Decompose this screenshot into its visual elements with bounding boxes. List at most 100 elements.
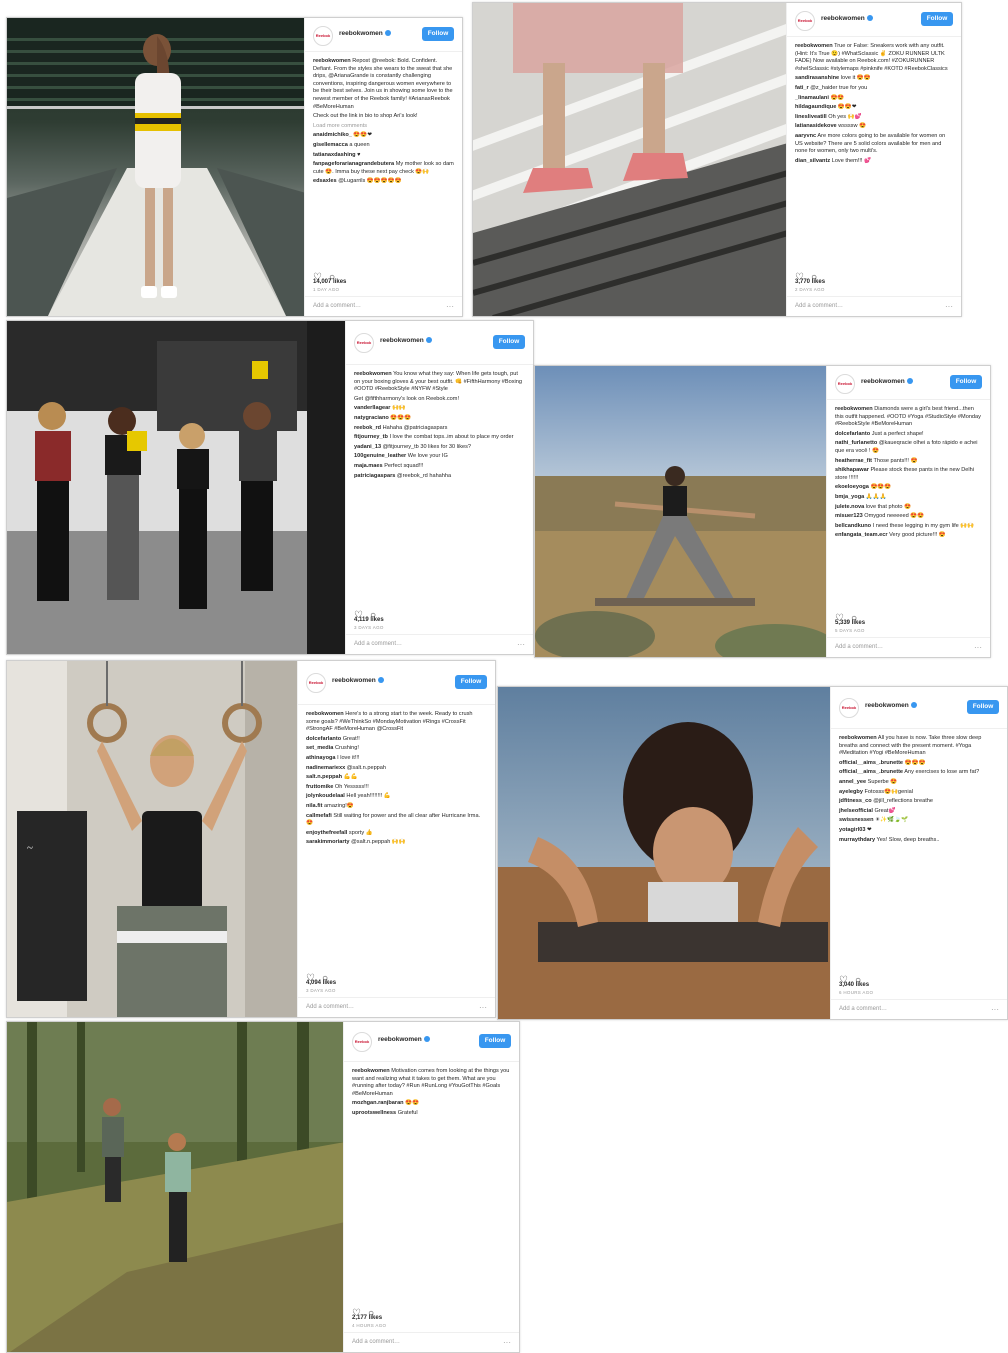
- caption-username[interactable]: reebokwomen: [835, 406, 873, 412]
- comment-username[interactable]: patriciagaspars: [354, 473, 395, 479]
- username[interactable]: reebokwomen: [821, 15, 865, 22]
- more-options-icon[interactable]: ···: [974, 643, 982, 652]
- comment-username[interactable]: jhelseofficial: [839, 808, 873, 814]
- comment-username[interactable]: sandirasanshine: [795, 75, 839, 81]
- comment-username[interactable]: heatherrae_fit: [835, 458, 872, 464]
- follow-button[interactable]: Follow: [950, 375, 982, 389]
- comment-username[interactable]: set_media: [306, 745, 333, 751]
- comment-username[interactable]: dolcefarlanto: [306, 736, 341, 742]
- comment-username[interactable]: reebok_rd: [354, 425, 381, 431]
- comment-username[interactable]: jdfitness_co: [839, 798, 872, 804]
- comment-username[interactable]: aaryvnc: [795, 133, 816, 139]
- comment-username[interactable]: uprootswellness: [352, 1110, 396, 1116]
- comment-username[interactable]: ayelegby: [839, 789, 863, 795]
- comment-username[interactable]: latianasidekove: [795, 123, 837, 129]
- more-options-icon[interactable]: ···: [945, 302, 953, 311]
- brand-avatar[interactable]: Reebok: [306, 673, 326, 693]
- comment-username[interactable]: athinayoga: [306, 755, 336, 761]
- comment-username[interactable]: hildagaundique: [795, 104, 836, 110]
- comment-username[interactable]: fanpageforarianagrandebutera: [313, 161, 394, 167]
- comment-username[interactable]: julete.nova: [835, 504, 864, 510]
- comment-username[interactable]: nathi_furlanetto: [835, 440, 877, 446]
- brand-avatar[interactable]: Reebok: [354, 333, 374, 353]
- follow-button[interactable]: Follow: [455, 675, 487, 689]
- add-comment-input[interactable]: Add a comment… ···: [298, 997, 495, 1017]
- brand-avatar[interactable]: Reebok: [352, 1032, 372, 1052]
- comment-username[interactable]: sarakimmoriarty: [306, 839, 350, 845]
- username-link[interactable]: reebokwomen: [339, 30, 391, 37]
- add-comment-input[interactable]: Add a comment… ···: [827, 637, 990, 657]
- comment-username[interactable]: gisellemacca: [313, 142, 348, 148]
- comment-username[interactable]: mozhgan.ranjbaran: [352, 1100, 404, 1106]
- comment-username[interactable]: anaidmichiko_: [313, 132, 352, 138]
- username-link[interactable]: reebokwomen: [861, 378, 913, 385]
- comment-username[interactable]: yadani_13: [354, 444, 381, 450]
- comment-username[interactable]: nila.fit: [306, 803, 322, 809]
- comment-username[interactable]: maja.maes: [354, 463, 383, 469]
- username-link[interactable]: reebokwomen: [332, 677, 384, 684]
- more-options-icon[interactable]: ···: [991, 1005, 999, 1014]
- post-photo[interactable]: [7, 18, 306, 316]
- comment-username[interactable]: bellcandkuno: [835, 523, 871, 529]
- comment-username[interactable]: bmja_yoga: [835, 494, 864, 500]
- post-photo[interactable]: ~: [7, 661, 299, 1017]
- comment-username[interactable]: dian_silvantz: [795, 158, 830, 164]
- comment-username[interactable]: _linamaulani: [795, 95, 829, 101]
- comment-username[interactable]: 100genuine_leather: [354, 453, 406, 459]
- comment-username[interactable]: misuer123: [835, 513, 863, 519]
- comment-username[interactable]: tatianaxdashing: [313, 152, 356, 158]
- comment-username[interactable]: annel_yee: [839, 779, 866, 785]
- add-comment-input[interactable]: Add a comment… ···: [346, 634, 533, 654]
- username-link[interactable]: reebokwomen: [865, 702, 917, 709]
- post-photo[interactable]: [535, 366, 828, 657]
- comment-username[interactable]: vanderllagear: [354, 405, 390, 411]
- comment-username[interactable]: swissnessen: [839, 817, 874, 823]
- caption-username[interactable]: reebokwomen: [352, 1068, 390, 1074]
- comment-username[interactable]: fruttomike: [306, 784, 333, 790]
- comment-username[interactable]: nadinemariexx: [306, 765, 345, 771]
- follow-button[interactable]: Follow: [479, 1034, 511, 1048]
- comment-username[interactable]: edsaxles: [313, 178, 337, 184]
- username-link[interactable]: reebokwomen: [380, 337, 432, 344]
- brand-avatar[interactable]: Reebok: [839, 698, 859, 718]
- username-link[interactable]: reebokwomen: [821, 15, 873, 22]
- comment-username[interactable]: dolcefarlanto: [835, 431, 870, 437]
- more-options-icon[interactable]: ···: [503, 1338, 511, 1347]
- username[interactable]: reebokwomen: [380, 337, 424, 344]
- comment-username[interactable]: murraythdary: [839, 837, 875, 843]
- add-comment-input[interactable]: Add a comment… ···: [305, 296, 462, 316]
- follow-button[interactable]: Follow: [967, 700, 999, 714]
- username[interactable]: reebokwomen: [339, 30, 383, 37]
- caption-username[interactable]: reebokwomen: [795, 43, 833, 49]
- comment-username[interactable]: enfangata_team.ecr: [835, 532, 888, 538]
- comment-username[interactable]: official__aims_.brunette: [839, 760, 903, 766]
- comment-username[interactable]: ekoeloeyoga: [835, 484, 869, 490]
- follow-button[interactable]: Follow: [493, 335, 525, 349]
- comment-username[interactable]: enjoythefreefall: [306, 830, 347, 836]
- brand-avatar[interactable]: Reebok: [313, 26, 333, 46]
- comment-username[interactable]: salt.n.peppah: [306, 774, 342, 780]
- add-comment-input[interactable]: Add a comment… ···: [831, 999, 1007, 1019]
- post-photo[interactable]: [7, 321, 347, 654]
- comment-username[interactable]: official__aims_.brunette: [839, 769, 903, 775]
- username[interactable]: reebokwomen: [861, 378, 905, 385]
- comment-username[interactable]: linesliveatill: [795, 114, 827, 120]
- brand-avatar[interactable]: Reebok: [795, 11, 815, 31]
- comment-username[interactable]: fati_r: [795, 85, 809, 91]
- add-comment-input[interactable]: Add a comment… ···: [787, 296, 961, 316]
- comment-username[interactable]: shikhapawar: [835, 467, 869, 473]
- add-comment-input[interactable]: Add a comment… ···: [344, 1332, 519, 1352]
- post-photo[interactable]: [473, 3, 788, 316]
- username[interactable]: reebokwomen: [378, 1036, 422, 1043]
- comment-username[interactable]: callmefafi: [306, 813, 332, 819]
- caption-username[interactable]: reebokwomen: [354, 371, 392, 377]
- brand-avatar[interactable]: Reebok: [835, 374, 855, 394]
- more-options-icon[interactable]: ···: [517, 640, 525, 649]
- comment-username[interactable]: jolynkoudelaal: [306, 793, 345, 799]
- username-link[interactable]: reebokwomen: [378, 1036, 430, 1043]
- more-options-icon[interactable]: ···: [479, 1003, 487, 1012]
- comment-username[interactable]: fitjourney_tb: [354, 434, 388, 440]
- post-photo[interactable]: [7, 1022, 345, 1352]
- username[interactable]: reebokwomen: [865, 702, 909, 709]
- post-photo[interactable]: [498, 687, 832, 1019]
